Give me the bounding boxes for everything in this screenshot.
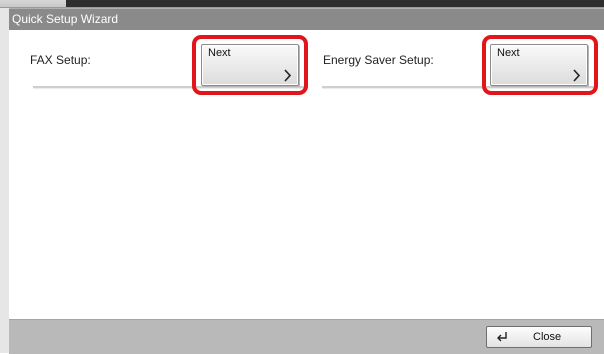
energy-saver-setup-next-button[interactable]: Next bbox=[490, 44, 588, 86]
fax-setup-next-label: Next bbox=[208, 47, 231, 59]
wizard-content: FAX Setup: Next Energy Saver Setup: Next bbox=[9, 30, 604, 319]
window-title: Quick Setup Wizard bbox=[12, 12, 119, 26]
title-bar: Quick Setup Wizard bbox=[9, 8, 604, 30]
quick-setup-wizard-screen: Quick Setup Wizard FAX Setup: Next Energ… bbox=[0, 0, 604, 354]
fax-setup-next-button[interactable]: Next bbox=[201, 44, 299, 86]
chevron-right-icon bbox=[284, 69, 292, 82]
close-button[interactable]: Close bbox=[486, 326, 592, 348]
enter-return-icon bbox=[497, 332, 507, 342]
top-edge-dark bbox=[66, 0, 604, 7]
energy-saver-setup-label: Energy Saver Setup: bbox=[323, 53, 434, 67]
energy-saver-next-label: Next bbox=[497, 47, 520, 59]
fax-setup-label: FAX Setup: bbox=[30, 53, 91, 67]
footer-bar: Close bbox=[9, 319, 604, 354]
chevron-right-icon bbox=[573, 69, 581, 82]
close-button-label: Close bbox=[533, 331, 562, 343]
